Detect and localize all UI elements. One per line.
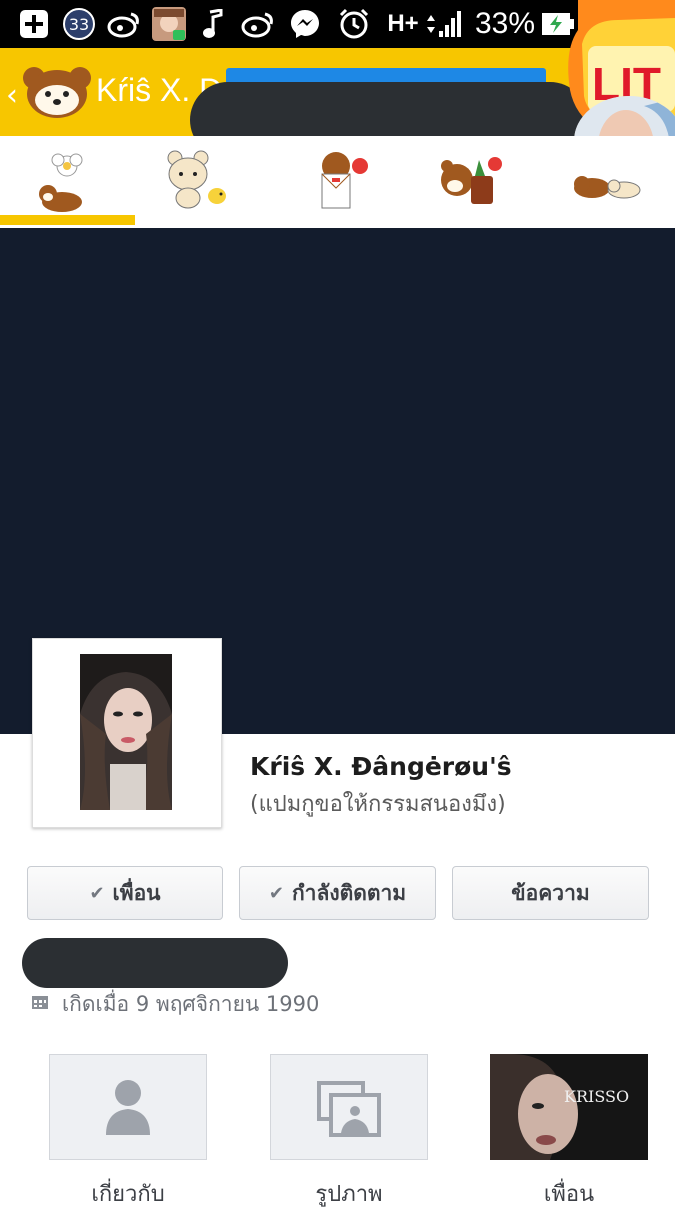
check-icon: ✔ <box>268 882 284 904</box>
friends-button[interactable]: ✔ เพื่อน <box>27 866 223 920</box>
active-tab-indicator <box>0 215 135 225</box>
notification-count-icon: 33 <box>62 6 96 42</box>
message-button-label: ข้อความ <box>511 880 590 905</box>
network-type: H+ <box>387 10 419 37</box>
bear-avatar-icon <box>20 64 94 120</box>
sticker-tab-bear-bag[interactable] <box>405 136 540 228</box>
profile-name: Kŕiŝ X. Ðângėrøu'ŝ <box>250 752 512 781</box>
friends-tile-overlay: KRISSO <box>564 1087 629 1106</box>
photos-icon <box>317 1081 381 1137</box>
about-label[interactable]: เกี่ยวกับ <box>49 1176 207 1211</box>
friends-label[interactable]: เพื่อน <box>490 1176 648 1211</box>
check-icon: ✔ <box>89 882 105 904</box>
svg-text:33: 33 <box>69 15 89 34</box>
friends-tile[interactable]: KRISSO <box>490 1054 648 1160</box>
signal-icon <box>424 6 464 42</box>
sticker-tab-bear-chick[interactable] <box>135 136 270 228</box>
weibo-icon <box>106 6 142 42</box>
following-button[interactable]: ✔ กำลังติดตาม <box>239 866 436 920</box>
calendar-icon <box>32 994 48 1009</box>
birthday-text: เกิดเมื่อ 9 พฤศจิกายน 1990 <box>62 992 320 1016</box>
about-tile[interactable] <box>49 1054 207 1160</box>
music-note-icon <box>200 6 226 42</box>
friends-button-label: เพื่อน <box>112 880 161 905</box>
weibo-icon-2 <box>240 6 276 42</box>
back-button[interactable]: ‹ <box>6 78 18 113</box>
alarm-icon <box>336 6 372 42</box>
redaction-middle <box>22 938 288 988</box>
battery-percent: 33% <box>474 7 536 40</box>
profile-picture[interactable] <box>80 654 172 810</box>
messenger-icon <box>288 6 322 42</box>
sticker-tab-bear-envelope[interactable] <box>270 136 405 228</box>
sticker-tab-bear-sleeping[interactable] <box>540 136 675 228</box>
avatar-icon <box>150 6 188 42</box>
profile-alt-name: (แปมกูขอให้กรรมสนองมึง) <box>250 792 506 817</box>
photos-label[interactable]: รูปภาพ <box>270 1176 428 1211</box>
photos-tile[interactable] <box>270 1054 428 1160</box>
message-button[interactable]: ข้อความ <box>452 866 649 920</box>
plus-icon <box>18 6 50 42</box>
following-button-label: กำลังติดตาม <box>291 880 407 905</box>
person-icon <box>106 1080 150 1135</box>
